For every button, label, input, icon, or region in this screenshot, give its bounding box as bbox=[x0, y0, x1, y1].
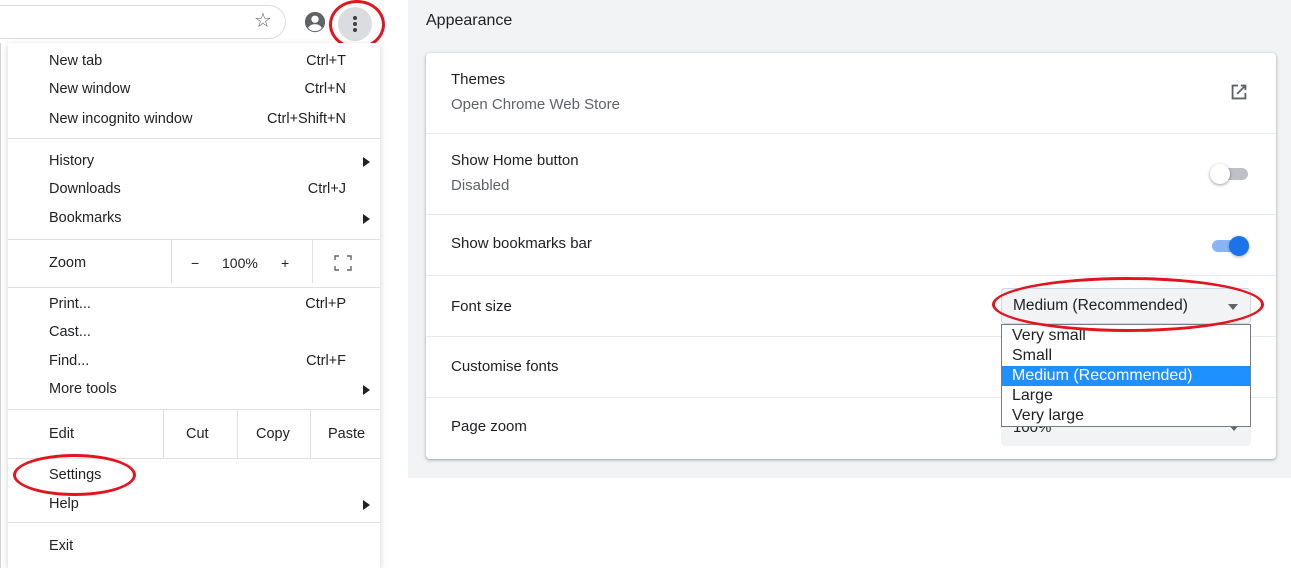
page-zoom-title: Page zoom bbox=[451, 418, 527, 435]
menu-item-shortcut: Ctrl+T bbox=[306, 53, 346, 69]
menu-item-more-tools[interactable]: More tools bbox=[8, 375, 380, 403]
menu-item-label: Bookmarks bbox=[49, 210, 122, 226]
menu-separator-vertical bbox=[171, 239, 172, 283]
menu-item-label: History bbox=[49, 153, 95, 169]
font-size-option-very-small[interactable]: Very small bbox=[1002, 326, 1250, 346]
chrome-main-menu: New tab Ctrl+T New window Ctrl+N New inc… bbox=[8, 43, 380, 568]
font-size-selected-value: Medium (Recommended) bbox=[1013, 297, 1188, 314]
menu-item-history[interactable]: History bbox=[8, 147, 380, 175]
menu-separator bbox=[8, 239, 380, 240]
menu-separator bbox=[8, 138, 380, 139]
menu-item-label: Print... bbox=[49, 296, 91, 312]
open-in-new-icon[interactable] bbox=[1228, 81, 1250, 103]
zoom-out-button[interactable]: − bbox=[191, 247, 199, 279]
themes-title: Themes bbox=[451, 71, 506, 88]
font-size-title: Font size bbox=[451, 298, 512, 315]
menu-item-label: Downloads bbox=[49, 181, 121, 197]
menu-item-new-window[interactable]: New window Ctrl+N bbox=[8, 75, 380, 103]
menu-separator bbox=[8, 522, 380, 523]
menu-separator bbox=[8, 409, 380, 410]
font-size-option-small[interactable]: Small bbox=[1002, 346, 1250, 366]
edit-label: Edit bbox=[49, 426, 74, 442]
address-bar[interactable] bbox=[0, 5, 286, 39]
font-size-option-medium[interactable]: Medium (Recommended) bbox=[1002, 366, 1250, 386]
window-edge bbox=[0, 43, 1, 568]
bookmarks-bar-row[interactable]: Show bookmarks bar bbox=[426, 215, 1276, 275]
menu-item-new-tab[interactable]: New tab Ctrl+T bbox=[8, 47, 380, 75]
menu-item-label: Cast... bbox=[49, 324, 91, 340]
menu-separator bbox=[8, 287, 380, 288]
menu-item-print[interactable]: Print... Ctrl+P bbox=[8, 290, 380, 318]
option-label: Medium (Recommended) bbox=[1012, 367, 1193, 384]
account-circle-icon[interactable] bbox=[304, 11, 326, 33]
font-size-select[interactable]: Medium (Recommended) bbox=[1001, 288, 1251, 324]
customise-fonts-title: Customise fonts bbox=[451, 358, 559, 375]
menu-item-exit[interactable]: Exit bbox=[8, 532, 380, 560]
chrome-menu-button[interactable] bbox=[338, 7, 372, 41]
menu-item-label: Find... bbox=[49, 353, 90, 369]
dropdown-caret-icon bbox=[1228, 304, 1238, 310]
menu-item-new-incognito-window[interactable]: New incognito window Ctrl+Shift+N bbox=[8, 105, 380, 133]
submenu-arrow-icon bbox=[363, 214, 370, 224]
font-size-option-large[interactable]: Large bbox=[1002, 386, 1250, 406]
menu-item-label: More tools bbox=[49, 381, 117, 397]
cut-button[interactable]: Cut bbox=[186, 418, 209, 450]
home-button-row[interactable]: Show Home button Disabled bbox=[426, 134, 1276, 214]
star-icon[interactable]: ☆ bbox=[254, 11, 272, 31]
menu-item-help[interactable]: Help bbox=[8, 490, 380, 518]
menu-separator-vertical bbox=[310, 409, 311, 458]
option-label: Very small bbox=[1012, 327, 1086, 344]
menu-edit-row: Edit Cut Copy Paste bbox=[8, 409, 380, 458]
themes-row[interactable]: Themes Open Chrome Web Store bbox=[426, 53, 1276, 133]
zoom-level-value: 100% bbox=[222, 255, 258, 271]
font-size-dropdown-list: Very small Small Medium (Recommended) La… bbox=[1001, 324, 1251, 427]
menu-item-label: New window bbox=[49, 81, 131, 97]
submenu-arrow-icon bbox=[363, 385, 370, 395]
option-label: Small bbox=[1012, 347, 1053, 364]
menu-item-label: Settings bbox=[49, 467, 102, 483]
menu-item-settings[interactable]: Settings bbox=[8, 461, 380, 489]
themes-subtitle: Open Chrome Web Store bbox=[451, 96, 620, 113]
three-dots-vertical-icon bbox=[353, 16, 357, 32]
menu-separator bbox=[8, 458, 380, 459]
toggle-knob bbox=[1210, 164, 1230, 184]
zoom-label: Zoom bbox=[49, 255, 87, 271]
copy-button[interactable]: Copy bbox=[256, 418, 290, 450]
menu-item-label: New incognito window bbox=[49, 111, 193, 127]
menu-separator-vertical bbox=[312, 239, 313, 283]
menu-item-bookmarks[interactable]: Bookmarks bbox=[8, 204, 380, 232]
menu-item-shortcut: Ctrl+F bbox=[306, 353, 346, 369]
bookmarks-bar-toggle[interactable] bbox=[1208, 235, 1249, 256]
menu-separator-vertical bbox=[163, 409, 164, 458]
paste-button[interactable]: Paste bbox=[328, 418, 365, 450]
home-button-subtitle: Disabled bbox=[451, 177, 510, 194]
toggle-knob bbox=[1229, 236, 1249, 256]
menu-separator-vertical bbox=[237, 409, 238, 458]
menu-item-label: Exit bbox=[49, 538, 74, 554]
menu-zoom-row: Zoom − 100% + bbox=[8, 239, 380, 283]
submenu-arrow-icon bbox=[363, 157, 370, 167]
bookmarks-bar-title: Show bookmarks bar bbox=[451, 235, 592, 252]
menu-item-shortcut: Ctrl+N bbox=[304, 81, 347, 97]
menu-item-find[interactable]: Find... Ctrl+F bbox=[8, 347, 380, 375]
menu-item-shortcut: Ctrl+Shift+N bbox=[267, 111, 346, 127]
section-title: Appearance bbox=[426, 12, 513, 29]
fullscreen-icon[interactable] bbox=[334, 255, 352, 271]
menu-item-cast[interactable]: Cast... bbox=[8, 318, 380, 346]
zoom-in-button[interactable]: + bbox=[281, 247, 289, 279]
menu-item-downloads[interactable]: Downloads Ctrl+J bbox=[8, 175, 380, 203]
font-size-option-very-large[interactable]: Very large bbox=[1002, 406, 1250, 426]
menu-item-label: Help bbox=[49, 496, 79, 512]
option-label: Large bbox=[1012, 387, 1053, 404]
home-button-toggle[interactable] bbox=[1210, 163, 1250, 184]
menu-item-shortcut: Ctrl+P bbox=[305, 296, 346, 312]
option-label: Very large bbox=[1012, 407, 1085, 424]
home-button-title: Show Home button bbox=[451, 152, 579, 169]
submenu-arrow-icon bbox=[363, 500, 370, 510]
menu-item-label: New tab bbox=[49, 53, 103, 69]
menu-item-shortcut: Ctrl+J bbox=[307, 181, 346, 197]
